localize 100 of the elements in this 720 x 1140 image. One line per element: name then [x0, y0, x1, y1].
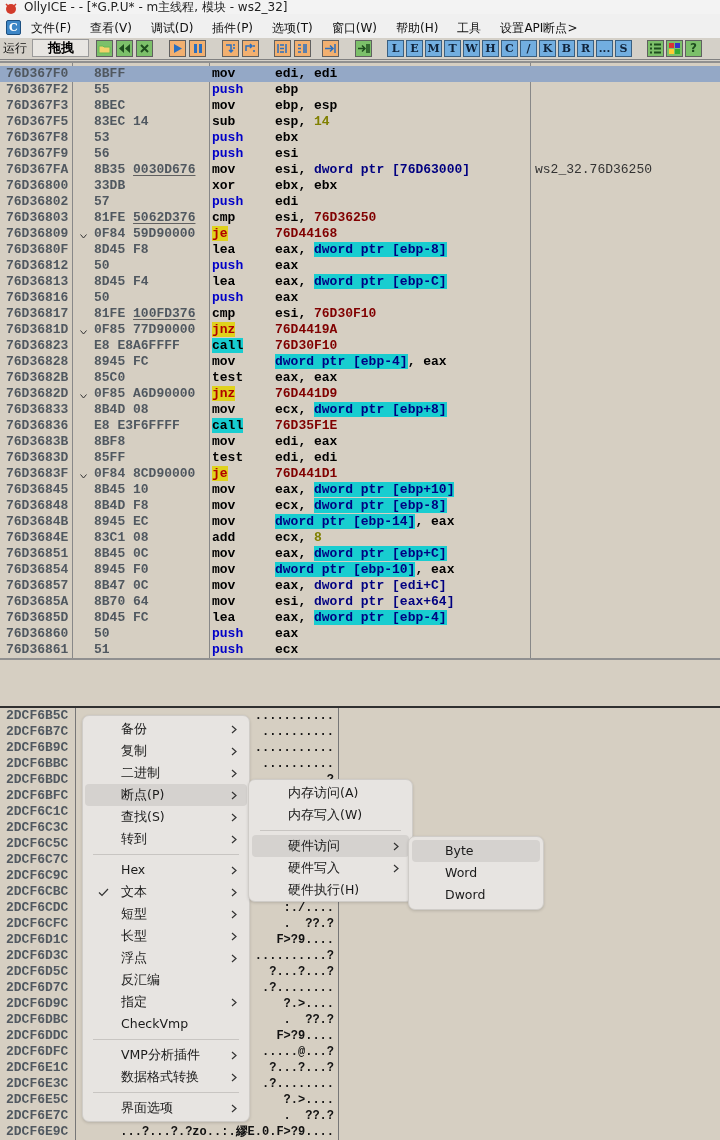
toolbar-button[interactable]: ...	[596, 39, 613, 57]
menu-item[interactable]: 浮点	[85, 947, 247, 969]
list-icon[interactable]	[647, 39, 664, 57]
menu-item[interactable]: 内存写入(W)	[252, 804, 409, 826]
disassembly-row[interactable]: 76D36800 33DB xor ebx, ebx	[0, 177, 720, 194]
disassembly-row[interactable]: 76D3684B 8945 EC mov dword ptr [ebp-14], eax	[0, 513, 720, 530]
disassembly-row[interactable]: 76D3683F 0F84 8CD90000 je 76D441D1	[0, 465, 720, 482]
menu-item[interactable]: 二进制	[85, 762, 247, 784]
toolbar-button[interactable]: L	[387, 39, 404, 57]
disassembly-row[interactable]: 76D36828 8945 FC mov dword ptr [ebp-4], eax	[0, 353, 720, 370]
return-arrow-icon[interactable]	[322, 39, 339, 57]
menu-item[interactable]: 查看(V)	[87, 18, 135, 37]
color-grid-icon[interactable]	[666, 39, 683, 57]
toolbar-button[interactable]: C	[501, 39, 518, 57]
toolbar-button[interactable]: /	[520, 39, 537, 57]
menu-item[interactable]: 备份	[85, 718, 247, 740]
menu-item[interactable]: 反汇编	[85, 969, 247, 991]
disassembly-row[interactable]: 76D367F0 8BFF mov edi, edi	[0, 65, 720, 82]
menu-item[interactable]: CheckVmp	[85, 1013, 247, 1035]
disassembly-row[interactable]: 76D36812 50 push eax	[0, 257, 720, 274]
step-over-icon[interactable]	[242, 39, 259, 57]
menu-item[interactable]: 硬件写入	[252, 857, 409, 879]
disassembly-row[interactable]: 76D3683D 85FF test edi, edi	[0, 449, 720, 466]
menu-item[interactable]: 转到	[85, 828, 247, 850]
disassembly-row[interactable]: 76D3683B 8BF8 mov edi, eax	[0, 433, 720, 450]
disassembly-row[interactable]: 76D367F8 53 push ebx	[0, 129, 720, 146]
pause-icon[interactable]	[189, 39, 206, 57]
menu-item[interactable]: 文本	[85, 881, 247, 903]
disassembly-row[interactable]: 76D367F9 56 push esi	[0, 145, 720, 162]
open-folder-icon[interactable]	[96, 39, 113, 57]
disassembly-row[interactable]: 76D367F3 8BEC mov ebp, esp	[0, 97, 720, 114]
step-into-icon[interactable]	[222, 39, 239, 57]
disassembly-row[interactable]: 76D36848 8B4D F8 mov ecx, dword ptr [ebp-8]	[0, 497, 720, 514]
toolbar-button[interactable]: S	[615, 39, 632, 57]
play-icon[interactable]	[169, 39, 186, 57]
disassembly-row[interactable]: 76D3684E 83C1 08 add ecx, 8	[0, 529, 720, 546]
menu-item[interactable]: 选项(T)	[269, 18, 316, 37]
menu-item[interactable]: 指定	[85, 991, 247, 1013]
menu-item[interactable]: Byte	[412, 840, 540, 862]
disassembly-row[interactable]: 76D3682B 85C0 test eax, eax	[0, 369, 720, 386]
menu-item[interactable]: Hex	[85, 859, 247, 881]
toolbar-button[interactable]: B	[558, 39, 575, 57]
disassembly-row[interactable]: 76D36854 8945 F0 mov dword ptr [ebp-10], eax	[0, 561, 720, 578]
toolbar-button[interactable]: E	[406, 39, 423, 57]
disassembly-row[interactable]: 76D367F5 83EC 14 sub esp, 14	[0, 113, 720, 130]
disassembly-row[interactable]: 76D367F2 55 push ebp	[0, 81, 720, 98]
menu-item[interactable]: 窗口(W)	[328, 18, 380, 37]
rewind-icon[interactable]	[116, 39, 133, 57]
menu-item[interactable]: Dword	[412, 884, 540, 906]
menu-item[interactable]: 长型	[85, 925, 247, 947]
disassembly-row[interactable]: 76D367FA 8B35 0030D676 mov esi, dword ptr [76D63000] ws2_32.76D36250	[0, 161, 720, 178]
disassembly-row[interactable]: 76D36803 81FE 5062D376 cmp esi, 76D36250	[0, 209, 720, 226]
disassembly-row[interactable]: 76D36813 8D45 F4 lea eax, dword ptr [ebp-C]	[0, 273, 720, 290]
menu-item[interactable]: 数据格式转换	[85, 1066, 247, 1088]
menu-item[interactable]: 界面选项	[85, 1097, 247, 1119]
close-icon[interactable]	[136, 39, 153, 57]
disassembly-row[interactable]: 76D36857 8B47 0C mov eax, dword ptr [edi+C]	[0, 577, 720, 594]
toolbar-button[interactable]: H	[482, 39, 499, 57]
toolbar-button[interactable]: R	[577, 39, 594, 57]
disassembly-row[interactable]: 76D3685A 8B70 64 mov esi, dword ptr [eax+64]	[0, 593, 720, 610]
menu-item[interactable]: 内存访问(A)	[252, 782, 409, 804]
menu-item[interactable]: 文件(F)	[28, 18, 75, 37]
disassembly-row[interactable]: 76D36817 81FE 100FD376 cmp esi, 76D30F10	[0, 305, 720, 322]
menu-item[interactable]: 工具	[454, 18, 485, 37]
disassembly-row[interactable]: 76D36836 E8 E3F6FFFF call 76D35F1E	[0, 417, 720, 434]
operands: eax, dword ptr [ebp-8]	[275, 241, 448, 258]
menu-item[interactable]: 调试(D)	[147, 18, 197, 37]
menu-item[interactable]: 设置API断点>	[497, 18, 581, 37]
disassembly-row[interactable]: 76D36861 51 push ecx	[0, 641, 720, 658]
disassembly-row[interactable]: 76D36816 50 push eax	[0, 289, 720, 306]
disassembly-row[interactable]: 76D3681D 0F85 77D90000 jnz 76D4419A	[0, 321, 720, 338]
disassembly-row[interactable]: 76D36851 8B45 0C mov eax, dword ptr [ebp+C]	[0, 545, 720, 562]
menu-item[interactable]: Word	[412, 862, 540, 884]
toolbar-button[interactable]: T	[444, 39, 461, 57]
menu-item[interactable]: 短型	[85, 903, 247, 925]
trace-into-icon[interactable]	[274, 39, 291, 57]
menu-item[interactable]: 帮助(H)	[393, 18, 442, 37]
help-button[interactable]: ?	[685, 39, 702, 57]
toolbar-button[interactable]: K	[539, 39, 556, 57]
hex-cell-text: 8B4D F8	[94, 497, 150, 514]
disassembly-row[interactable]: 76D3682D 0F85 A6D90000 jnz 76D441D9	[0, 385, 720, 402]
menu-item[interactable]: 硬件访问	[252, 835, 409, 857]
disassembly-row[interactable]: 76D36860 50 push eax	[0, 625, 720, 642]
disassembly-row[interactable]: 76D36802 57 push edi	[0, 193, 720, 210]
toolbar-button[interactable]: W	[463, 39, 480, 57]
goto-arrow-icon[interactable]	[355, 39, 372, 57]
disassembly-row[interactable]: 76D36833 8B4D 08 mov ecx, dword ptr [ebp+8]	[0, 401, 720, 418]
disassembly-row[interactable]: 76D3680F 8D45 F8 lea eax, dword ptr [ebp-8]	[0, 241, 720, 258]
trace-over-icon[interactable]	[294, 39, 311, 57]
menu-item[interactable]: 断点(P)	[85, 784, 247, 806]
disassembly-row[interactable]: 76D3685D 8D45 FC lea eax, dword ptr [ebp-4]	[0, 609, 720, 626]
disassembly-row[interactable]: 76D36823 E8 E8A6FFFF call 76D30F10	[0, 337, 720, 354]
toolbar-button[interactable]: M	[425, 39, 442, 57]
disassembly-row[interactable]: 76D36845 8B45 10 mov eax, dword ptr [ebp+10]	[0, 481, 720, 498]
menu-item[interactable]: 硬件执行(H)	[252, 879, 409, 901]
menu-item[interactable]: 复制	[85, 740, 247, 762]
disassembly-row[interactable]: 76D36809 0F84 59D90000 je 76D44168	[0, 225, 720, 242]
menu-item[interactable]: VMP分析插件	[85, 1044, 247, 1066]
menu-item[interactable]: 查找(S)	[85, 806, 247, 828]
menu-item[interactable]: 插件(P)	[209, 18, 257, 37]
